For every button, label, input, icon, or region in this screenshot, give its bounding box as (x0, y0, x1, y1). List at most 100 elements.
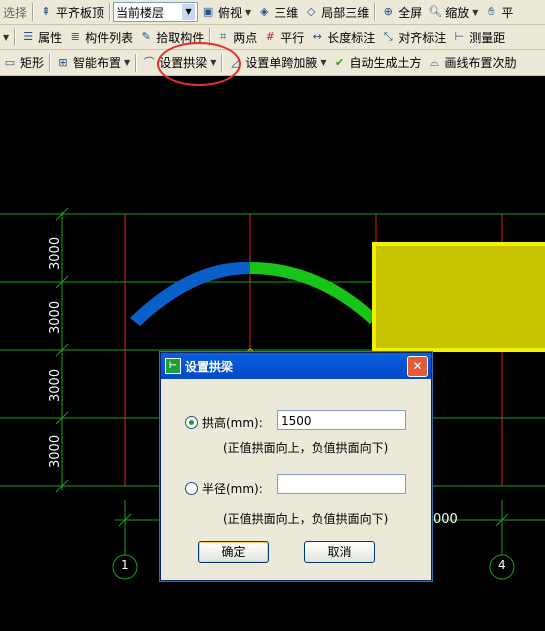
close-icon[interactable]: ✕ (407, 356, 428, 377)
pan-button[interactable]: ✋︎ 平 (481, 1, 516, 23)
smart-layout-icon: ⊞ (58, 55, 68, 69)
toolbar-row-3: ▭ 矩形 ⊞ 智能布置 ▼ ⌒ 设置拱梁 ▼ ◿ 设置单跨加腋 ▼ ✔ 自动生成土方 ⌓ 画线布置… (0, 50, 545, 76)
smart-layout-button[interactable]: ⊞ 智能布置 ▼ (53, 52, 133, 74)
dim-label: 3000 (48, 434, 63, 468)
arch-beam-icon: ⌒ (143, 55, 155, 69)
expand-icon[interactable]: ▼ (0, 33, 12, 42)
picker-icon: ✎ (141, 30, 151, 43)
component-list-label: 构件列表 (85, 30, 134, 45)
align-top-button[interactable]: ⇞ 平齐板顶 (36, 1, 107, 23)
arch-beam-right[interactable] (250, 262, 378, 324)
dropdown-arrow-icon[interactable]: ▼ (472, 8, 478, 17)
separator (14, 28, 17, 46)
toolbar-row-2: ▼ ☰ 属性 ≣ 构件列表 ✎ 拾取构件 ⌗ 两点 # 平行 ↔ 长度标注 ⤡ 对齐标注 ⊢ 测… (0, 25, 545, 50)
parallel-label: 平行 (280, 30, 305, 45)
separator (374, 3, 377, 21)
align-dim-icon: ⤡ (383, 30, 393, 43)
dim-label-bottom: 000 (433, 512, 458, 527)
length-dim-label: 长度标注 (327, 30, 376, 45)
zoom-fit-icon: ⊕ (383, 5, 393, 18)
arch-height-label: 拱高(mm): (202, 416, 263, 430)
select-label: 选择 (3, 5, 28, 20)
dim-label: 3000 (48, 300, 63, 334)
auto-earthwork-label: 自动生成土方 (349, 56, 422, 70)
align-dim-label: 对齐标注 (398, 30, 447, 45)
zoom-button[interactable]: 🔍︎ 缩放 ▼ (425, 1, 481, 23)
smart-layout-label: 智能布置 (73, 56, 122, 70)
parallel-icon: # (265, 30, 275, 43)
dialog-titlebar[interactable]: ⊢ 设置拱梁 (161, 353, 431, 379)
two-points-icon: ⌗ (220, 30, 227, 43)
arch-height-input[interactable]: 1500 (277, 410, 406, 430)
arch-beam-left[interactable] (130, 261, 250, 326)
ok-button[interactable]: 确定 (198, 541, 269, 563)
radius-input[interactable] (277, 474, 406, 494)
axis-label-4: 4 (498, 558, 506, 572)
local-3d-button[interactable]: ◇ 局部三维 (301, 1, 372, 23)
cube-icon: ▣ (202, 5, 214, 18)
3d-icon: ◈ (259, 5, 269, 18)
dropdown-arrow-icon[interactable]: ▼ (320, 58, 326, 67)
align-dim-button[interactable]: ⤡ 对齐标注 (378, 26, 449, 48)
fullscreen-button[interactable]: ⊕ 全屏 (378, 1, 425, 23)
separator (49, 53, 52, 72)
dim-label: 3000 (48, 236, 63, 270)
cancel-button[interactable]: 取消 (304, 541, 375, 563)
properties-icon: ☰ (23, 30, 34, 43)
parallel-button[interactable]: # 平行 (260, 26, 307, 48)
dropdown-arrow-icon[interactable]: ▼ (124, 58, 130, 67)
dim-label: 3000 (48, 368, 63, 402)
rectangle-icon: ▭ (4, 55, 16, 69)
align-top-label: 平齐板顶 (56, 5, 105, 20)
view-3d-button[interactable]: ◈ 三维 (254, 1, 301, 23)
local-3d-label: 局部三维 (321, 5, 370, 20)
checkmark-icon: ✔ (334, 55, 345, 69)
list-icon: ≣ (70, 30, 80, 43)
component-list-button[interactable]: ≣ 构件列表 (65, 26, 136, 48)
length-dim-button[interactable]: ↔ 长度标注 (307, 26, 378, 48)
dropdown-arrow-icon[interactable]: ▼ (245, 8, 251, 17)
auto-earthwork-button[interactable]: ✔ 自动生成土方 (330, 52, 425, 74)
measure-label: 测量距 (469, 30, 506, 45)
measure-button[interactable]: ⊢ 测量距 (449, 26, 508, 48)
axis-label-1: 1 (121, 558, 129, 572)
separator (109, 3, 112, 21)
app-icon: ⊢ (165, 358, 181, 374)
dialog-title: 设置拱梁 (185, 359, 234, 374)
zoom-label: 缩放 (445, 5, 470, 20)
align-top-icon: ⇞ (41, 5, 51, 18)
view-3d-label: 三维 (274, 5, 299, 20)
radius-radio[interactable]: 半径(mm): (185, 480, 263, 497)
chevron-down-icon[interactable]: ▼ (182, 4, 196, 20)
two-points-label: 两点 (233, 30, 258, 45)
rectangle-button[interactable]: ▭ 矩形 (0, 52, 47, 74)
slab-block[interactable] (372, 242, 545, 352)
hand-icon: ✋︎ (488, 5, 495, 18)
properties-label: 属性 (38, 30, 63, 45)
arch-height-radio[interactable]: 拱高(mm): (185, 414, 263, 431)
rectangle-label: 矩形 (20, 56, 45, 70)
arch-height-hint: (正值拱面向上，负值拱面向下) (223, 441, 389, 455)
set-single-span-label: 设置单跨加腋 (245, 56, 318, 70)
top-view-button[interactable]: ▣ 俯视 ▼ (198, 1, 254, 23)
separator (135, 53, 138, 72)
fullscreen-label: 全屏 (398, 5, 423, 20)
radio-selected-icon[interactable] (185, 416, 198, 429)
radio-unselected-icon[interactable] (185, 482, 198, 495)
toolbar-row-1: 选择 ⇞ 平齐板顶 当前楼层 ▼ ▣ 俯视 ▼ ◈ 三维 ◇ 局部三维 ⊕ 全屏 🔍︎ 缩放 ▼ … (0, 0, 545, 25)
draw-line-icon: ⌓ (430, 55, 439, 69)
properties-button[interactable]: ☰ 属性 (18, 26, 65, 48)
measure-icon: ⊢ (454, 30, 465, 43)
length-dim-icon: ↔ (312, 30, 322, 43)
floor-select-value: 当前楼层 (116, 5, 165, 20)
select-tool[interactable]: 选择 (0, 1, 30, 23)
pan-label: 平 (501, 5, 514, 20)
radius-label: 半径(mm): (202, 482, 263, 496)
draw-line-layout-button[interactable]: ⌓ 画线布置次肋 (425, 52, 520, 74)
local-3d-icon: ◇ (306, 5, 316, 18)
top-view-label: 俯视 (218, 5, 243, 20)
zoom-icon: 🔍︎ (428, 5, 443, 18)
radius-hint: (正值拱面向上，负值拱面向下) (223, 512, 389, 526)
floor-select[interactable]: 当前楼层 ▼ (113, 2, 199, 22)
separator (32, 3, 35, 21)
